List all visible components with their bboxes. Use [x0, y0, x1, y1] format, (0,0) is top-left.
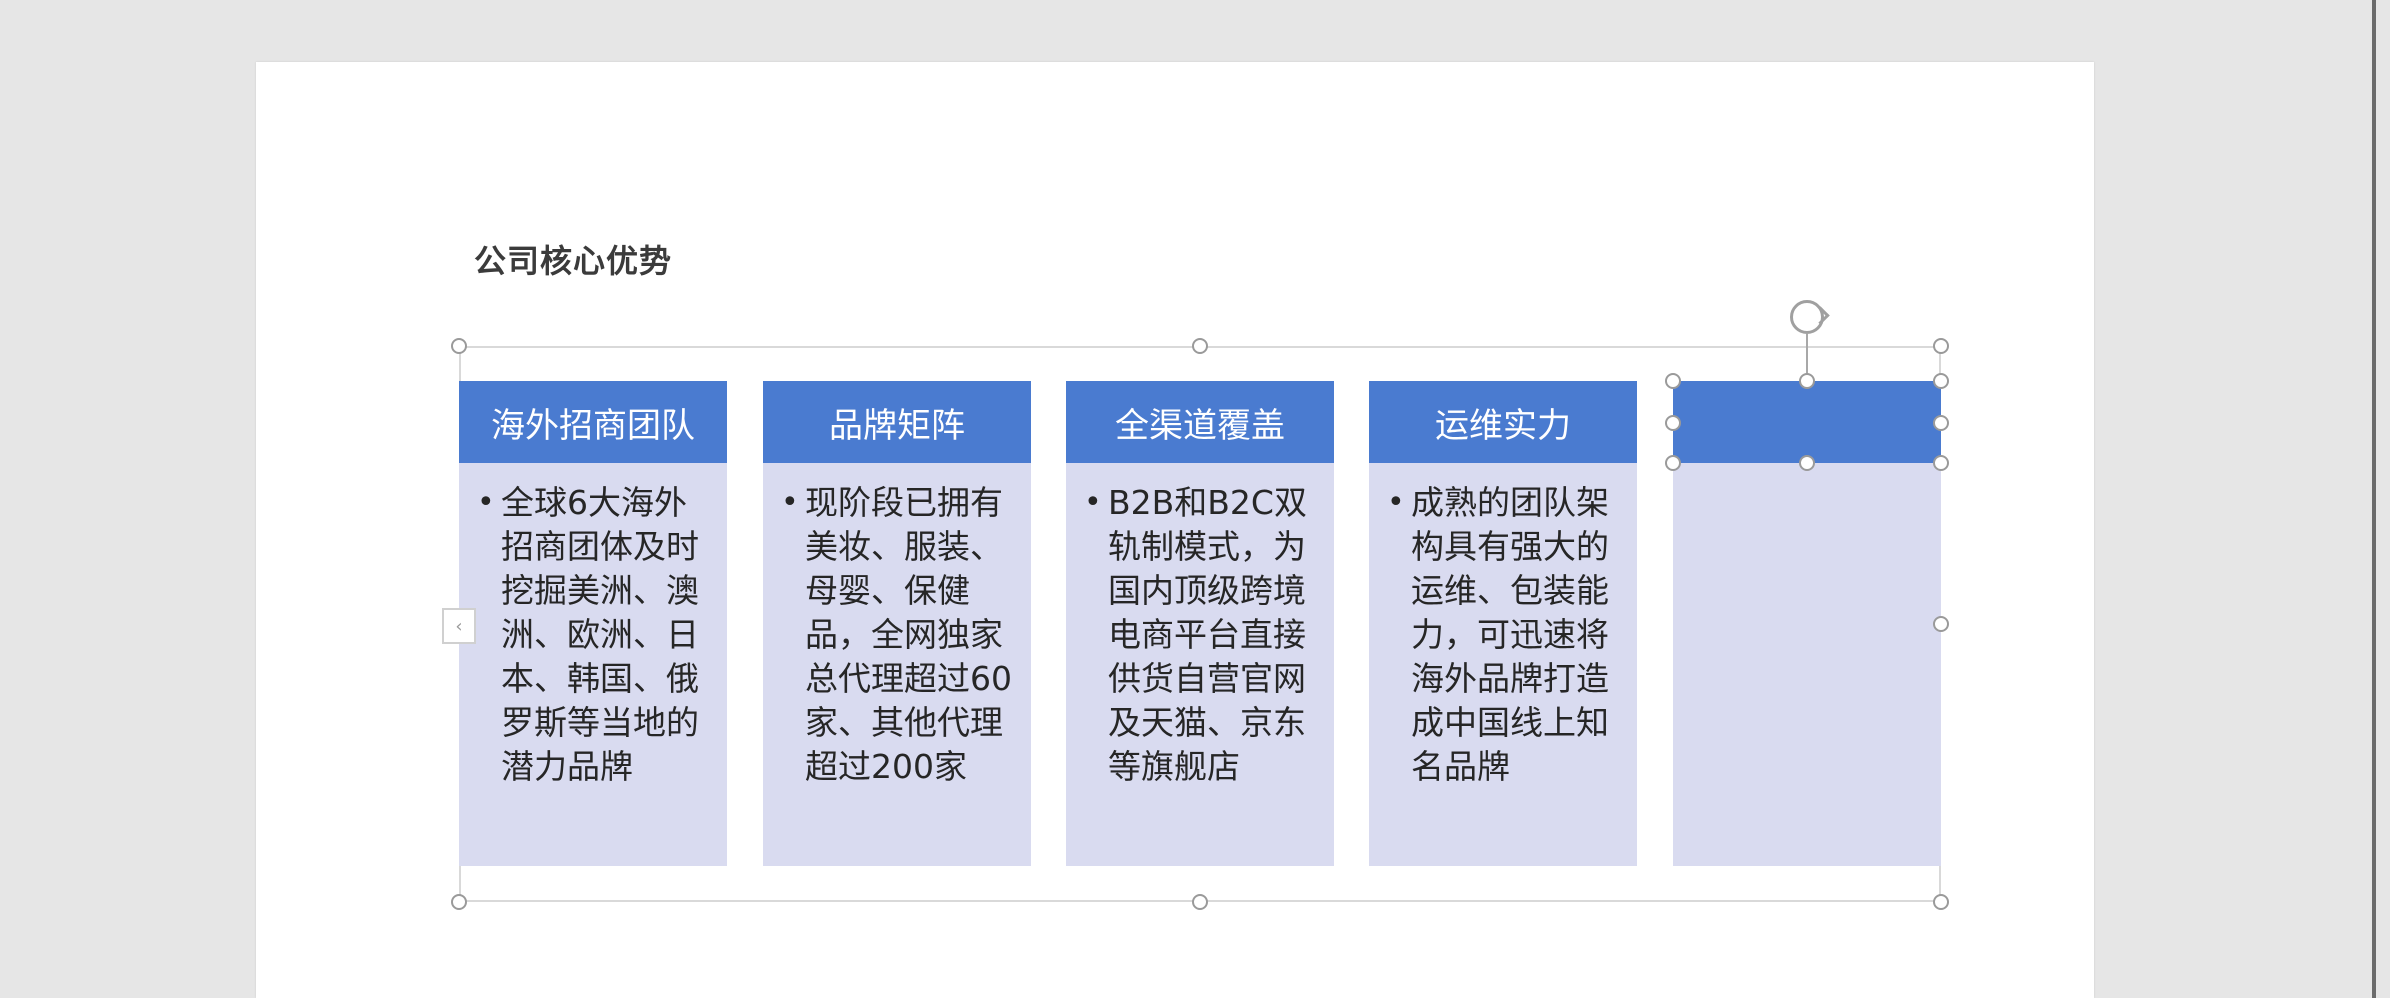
resize-handle-top-center[interactable] — [1799, 373, 1815, 389]
frame-handle-bottom-right[interactable] — [1933, 894, 1949, 910]
column-body-text-4: 成熟的团队架构具有强大的运维、包装能力，可迅速将海外品牌打造成中国线上知名品牌 — [1411, 483, 1609, 786]
frame-handle-bottom-center[interactable] — [1192, 894, 1208, 910]
smartart-column-3[interactable]: 全渠道覆盖 • B2B和B2C双轨制模式，为国内顶级跨境电商平台直接供货自营官网… — [1066, 381, 1334, 866]
column-body-3[interactable]: • B2B和B2C双轨制模式，为国内顶级跨境电商平台直接供货自营官网及天猫、京东… — [1084, 481, 1324, 789]
frame-handle-middle-right[interactable] — [1933, 616, 1949, 632]
column-body-1[interactable]: • 全球6大海外招商团体及时挖掘美洲、澳洲、欧洲、日本、韩国、俄罗斯等当地的潜力… — [477, 481, 717, 789]
resize-handle-bottom-center[interactable] — [1799, 455, 1815, 471]
frame-handle-top-left[interactable] — [451, 338, 467, 354]
bullet-marker: • — [477, 485, 495, 520]
resize-handle-top-right[interactable] — [1933, 373, 1949, 389]
chevron-left-icon: ‹ — [455, 615, 463, 637]
resize-handle-middle-right[interactable] — [1933, 415, 1949, 431]
column-body-4[interactable]: • 成熟的团队架构具有强大的运维、包装能力，可迅速将海外品牌打造成中国线上知名品… — [1387, 481, 1627, 789]
bullet-marker: • — [781, 485, 799, 520]
column-header-5-selected[interactable] — [1673, 381, 1941, 463]
slide-title[interactable]: 公司核心优势 — [474, 236, 672, 282]
frame-handle-top-center[interactable] — [1192, 338, 1208, 354]
frame-handle-top-right[interactable] — [1933, 338, 1949, 354]
column-header-1[interactable]: 海外招商团队 — [459, 381, 727, 463]
rotate-handle-icon[interactable] — [1790, 300, 1824, 334]
smartart-column-4[interactable]: 运维实力 • 成熟的团队架构具有强大的运维、包装能力，可迅速将海外品牌打造成中国… — [1369, 381, 1637, 866]
text-pane-expand-button[interactable]: ‹ — [442, 608, 476, 644]
resize-handle-bottom-left[interactable] — [1665, 455, 1681, 471]
column-body-text-3: B2B和B2C双轨制模式，为国内顶级跨境电商平台直接供货自营官网及天猫、京东等旗… — [1108, 483, 1307, 786]
resize-handle-middle-left[interactable] — [1665, 415, 1681, 431]
smartart-column-2[interactable]: 品牌矩阵 • 现阶段已拥有美妆、服装、母婴、保健品，全网独家总代理超过60家、其… — [763, 381, 1031, 866]
smartart-column-1[interactable]: 海外招商团队 • 全球6大海外招商团体及时挖掘美洲、澳洲、欧洲、日本、韩国、俄罗… — [459, 381, 727, 866]
resize-handle-top-left[interactable] — [1665, 373, 1681, 389]
column-header-2[interactable]: 品牌矩阵 — [763, 381, 1031, 463]
right-edge-bar — [2364, 0, 2390, 998]
column-body-text-1: 全球6大海外招商团体及时挖掘美洲、澳洲、欧洲、日本、韩国、俄罗斯等当地的潜力品牌 — [501, 483, 699, 786]
column-header-4[interactable]: 运维实力 — [1369, 381, 1637, 463]
column-body-text-2: 现阶段已拥有美妆、服装、母婴、保健品，全网独家总代理超过60家、其他代理超过20… — [805, 483, 1012, 786]
frame-handle-bottom-left[interactable] — [451, 894, 467, 910]
bullet-marker: • — [1387, 485, 1405, 520]
bullet-marker: • — [1084, 485, 1102, 520]
scroll-line — [2372, 0, 2376, 998]
resize-handle-bottom-right[interactable] — [1933, 455, 1949, 471]
column-body-2[interactable]: • 现阶段已拥有美妆、服装、母婴、保健品，全网独家总代理超过60家、其他代理超过… — [781, 481, 1021, 789]
smartart-column-5[interactable] — [1673, 381, 1941, 866]
column-header-3[interactable]: 全渠道覆盖 — [1066, 381, 1334, 463]
